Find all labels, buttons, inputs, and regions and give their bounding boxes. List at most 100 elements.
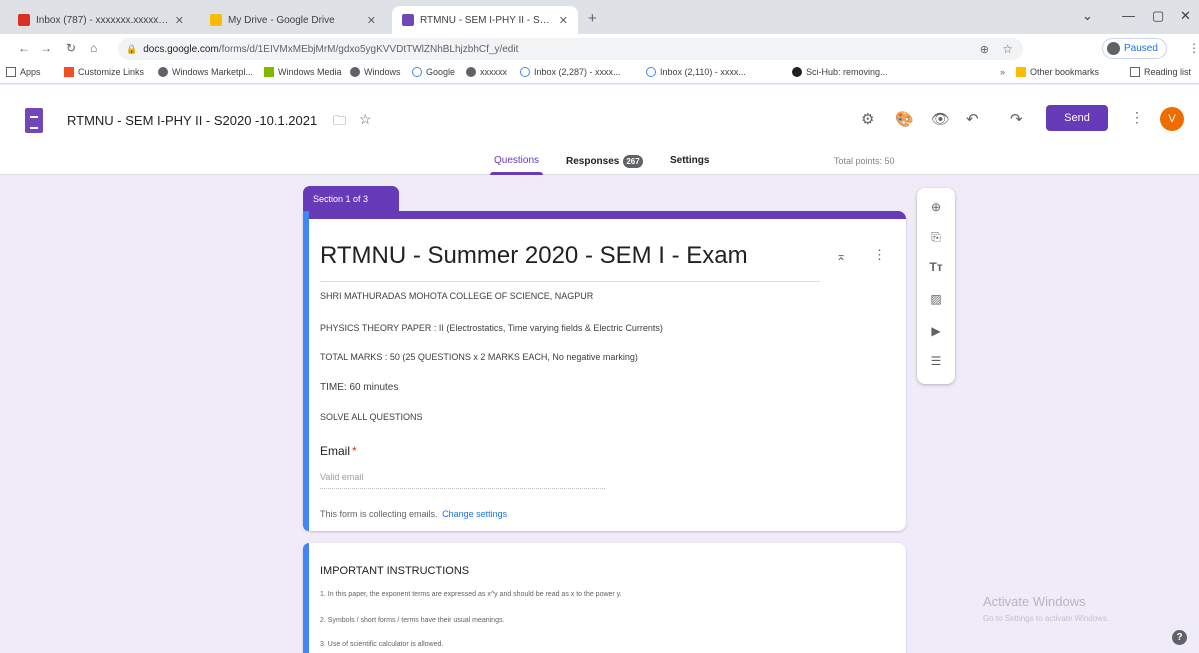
total-points: Total points: 50 bbox=[834, 156, 895, 166]
bookmark-inbox-1[interactable]: Inbox (2,287) - xxxx... bbox=[520, 67, 621, 77]
bookmarks-bar: Apps Customize Links Windows Marketpl...… bbox=[0, 64, 1199, 84]
description-line: PHYSICS THEORY PAPER : II (Electrostatic… bbox=[320, 323, 663, 333]
bookmark-marketplace[interactable]: Windows Marketpl... bbox=[158, 67, 253, 77]
home-icon[interactable]: ⌂ bbox=[90, 41, 97, 55]
bookmark-reading-list[interactable]: Reading list bbox=[1130, 67, 1191, 77]
globe-icon bbox=[466, 67, 476, 77]
add-video-icon[interactable]: ▶ bbox=[917, 324, 955, 338]
minimize-icon[interactable]: — bbox=[1122, 8, 1135, 23]
browser-tab-gmail[interactable]: Inbox (787) - xxxxxxx.xxxxxx@gm ✕ bbox=[8, 6, 194, 34]
profile-paused-chip[interactable]: Paused bbox=[1102, 38, 1167, 59]
google-forms-logo-icon[interactable] bbox=[25, 108, 43, 133]
document-title[interactable]: RTMNU - SEM I-PHY II - S2020 -10.1.2021 bbox=[67, 113, 317, 128]
bookmark-media[interactable]: Windows Media bbox=[264, 67, 342, 77]
bookmark-google[interactable]: Google bbox=[412, 67, 455, 77]
description-line: SOLVE ALL QUESTIONS bbox=[320, 412, 423, 422]
close-window-icon[interactable]: ✕ bbox=[1180, 8, 1191, 24]
close-tab-icon[interactable]: ✕ bbox=[175, 14, 184, 27]
profile-avatar-icon bbox=[1107, 42, 1120, 55]
import-questions-icon[interactable]: ⎘ bbox=[917, 230, 955, 245]
form-title-card[interactable]: RTMNU - Summer 2020 - SEM I - Exam ⌅ ⋮ S… bbox=[303, 211, 906, 531]
tab-title: My Drive - Google Drive bbox=[228, 14, 335, 26]
tab-questions[interactable]: Questions bbox=[489, 155, 544, 175]
bookmark-label: Windows Media bbox=[278, 67, 342, 77]
undo-icon[interactable]: ↶ bbox=[966, 110, 979, 128]
browser-tab-forms[interactable]: RTMNU - SEM I-PHY II - S2020 ✕ bbox=[392, 6, 578, 34]
change-settings-link[interactable]: Change settings bbox=[442, 509, 507, 519]
forms-header: RTMNU - SEM I-PHY II - S2020 -10.1.2021 … bbox=[0, 85, 1199, 175]
activate-windows-title: Activate Windows bbox=[983, 594, 1086, 609]
bookmark-windows[interactable]: Windows bbox=[350, 67, 401, 77]
google-icon bbox=[646, 67, 656, 77]
customize-theme-icon[interactable]: 🎨 bbox=[895, 110, 914, 128]
collecting-text: This form is collecting emails. bbox=[320, 509, 438, 519]
bookmark-inbox-2[interactable]: Inbox (2,110) - xxxx... bbox=[646, 67, 746, 77]
close-tab-icon[interactable]: ✕ bbox=[559, 14, 568, 27]
url-path: /forms/d/1EIVMxMEbjMrM/gdxo5ygKVVDtTWlZN… bbox=[218, 43, 519, 55]
avatar[interactable]: V bbox=[1160, 107, 1184, 131]
bookmark-apps[interactable]: Apps bbox=[6, 67, 41, 77]
add-section-icon[interactable]: ☰ bbox=[917, 354, 955, 368]
bookmark-label: Customize Links bbox=[78, 67, 145, 77]
bookmark-label: Google bbox=[426, 67, 456, 77]
extension-icon[interactable]: ⊕ bbox=[980, 43, 989, 56]
add-question-icon[interactable]: ⊕ bbox=[917, 200, 955, 214]
tab-settings[interactable]: Settings bbox=[670, 155, 709, 166]
tab-responses[interactable]: Responses 267 bbox=[566, 155, 643, 168]
browser-menu-icon[interactable]: ⋮ bbox=[1188, 41, 1199, 55]
folder-icon bbox=[1016, 67, 1026, 77]
more-options-icon[interactable]: ⋮ bbox=[1130, 109, 1144, 126]
tab-search-icon[interactable]: ⌄ bbox=[1082, 8, 1093, 24]
bookmark-other[interactable]: Other bookmarks bbox=[1016, 67, 1099, 77]
instruction-line: 1. In this paper, the exponent terms are… bbox=[320, 591, 622, 598]
instruction-line: 2. Symbols / short forms / terms have th… bbox=[320, 617, 505, 624]
move-to-folder-icon[interactable]: 🗀 bbox=[333, 112, 346, 134]
address-bar[interactable]: 🔒 docs.google.com/forms/d/1EIVMxMEbjMrM/… bbox=[118, 38, 1023, 60]
required-asterisk: * bbox=[352, 444, 357, 458]
instructions-heading: IMPORTANT INSTRUCTIONS bbox=[320, 565, 470, 577]
star-icon[interactable]: ☆ bbox=[359, 111, 372, 128]
bookmark-label: Reading list bbox=[1144, 67, 1192, 77]
lock-icon[interactable]: 🔒 bbox=[126, 44, 137, 55]
activate-windows-subtitle: Go to Settings to activate Windows. bbox=[983, 614, 1110, 623]
redo-icon[interactable]: ↷ bbox=[1010, 110, 1023, 128]
microsoft-icon bbox=[264, 67, 274, 77]
bookmark-label: Apps bbox=[20, 67, 41, 77]
url-host: docs.google.com bbox=[143, 43, 219, 55]
bookmark-customize[interactable]: Customize Links bbox=[64, 67, 144, 77]
reload-icon[interactable]: ↻ bbox=[66, 41, 76, 55]
collapse-section-icon[interactable]: ⌅ bbox=[836, 249, 846, 263]
bookmark-item[interactable]: xxxxxx bbox=[466, 67, 507, 77]
email-question-label: Email * bbox=[320, 444, 357, 458]
forward-icon[interactable]: → bbox=[40, 41, 52, 55]
add-image-icon[interactable]: ▨ bbox=[917, 292, 955, 306]
tab-title: Inbox (787) - xxxxxxx.xxxxxx@gm bbox=[36, 14, 169, 26]
new-tab-button[interactable]: + bbox=[588, 10, 597, 27]
bookmark-scihub[interactable]: Sci-Hub: removing... bbox=[792, 67, 888, 77]
back-icon[interactable]: ← bbox=[18, 41, 30, 55]
instructions-card[interactable]: IMPORTANT INSTRUCTIONS 1. In this paper,… bbox=[303, 543, 906, 653]
bookmark-label: Other bookmarks bbox=[1030, 67, 1100, 77]
email-field[interactable]: Valid email bbox=[320, 472, 605, 489]
maximize-icon[interactable]: ▢ bbox=[1152, 8, 1164, 24]
bookmark-star-icon[interactable]: ☆ bbox=[1002, 42, 1013, 56]
profile-chip-label: Paused bbox=[1124, 43, 1158, 54]
preview-icon[interactable]: 👁 bbox=[931, 110, 950, 128]
bookmark-label: Sci-Hub: removing... bbox=[806, 67, 888, 77]
gmail-icon bbox=[18, 14, 30, 26]
bookmark-label: Windows Marketpl... bbox=[172, 67, 254, 77]
send-button[interactable]: Send bbox=[1046, 105, 1108, 131]
palette-icon[interactable]: ⚙ bbox=[861, 110, 874, 128]
browser-toolbar: ← → ↻ ⌂ 🔒 docs.google.com/forms/d/1EIVMx… bbox=[0, 34, 1199, 64]
browser-tab-drive[interactable]: My Drive - Google Drive ✕ bbox=[200, 6, 386, 34]
close-tab-icon[interactable]: ✕ bbox=[367, 14, 376, 27]
section-menu-icon[interactable]: ⋮ bbox=[873, 247, 886, 263]
globe-icon bbox=[350, 67, 360, 77]
form-title[interactable]: RTMNU - Summer 2020 - SEM I - Exam bbox=[320, 242, 748, 270]
add-title-icon[interactable]: Tт bbox=[917, 260, 955, 274]
help-icon[interactable]: ? bbox=[1172, 630, 1187, 645]
bookmarks-overflow-icon[interactable]: » bbox=[1000, 67, 1005, 77]
description-line: SHRI MATHURADAS MOHOTA COLLEGE OF SCIENC… bbox=[320, 291, 594, 301]
collecting-emails-note: This form is collecting emails. Change s… bbox=[320, 509, 507, 519]
instruction-line: 3. Use of scientific calculator is allow… bbox=[320, 641, 444, 648]
